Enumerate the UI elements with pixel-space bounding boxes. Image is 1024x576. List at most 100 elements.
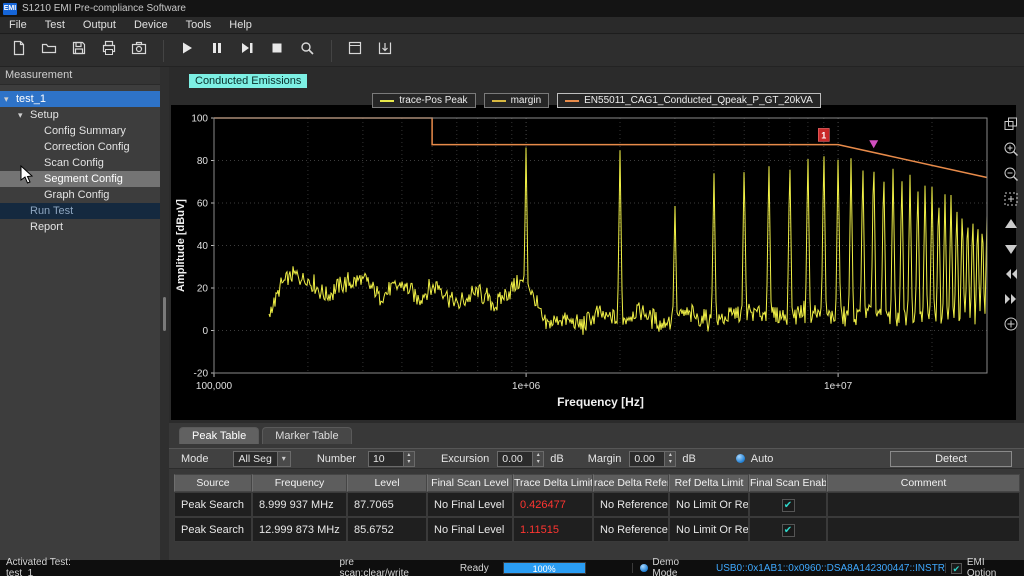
menu-tools[interactable]: Tools [177, 19, 221, 31]
cell-trace-delta-reference: No Reference [593, 517, 669, 542]
splitter-handle-icon[interactable] [163, 297, 166, 331]
excursion-value: 0.00 [498, 452, 532, 466]
copy-button[interactable] [1001, 117, 1021, 135]
svg-text:1e+07: 1e+07 [824, 381, 853, 392]
progress-label: 100% [504, 563, 585, 573]
pause-button[interactable] [203, 38, 230, 64]
column-header[interactable]: Frequency [252, 474, 347, 492]
tree-item-graph-config[interactable]: Graph Config [0, 187, 160, 203]
mode-dropdown[interactable]: All Seg ▾ [233, 451, 291, 467]
save-button[interactable] [65, 38, 92, 64]
detect-button[interactable]: Detect [890, 451, 1012, 467]
tab-marker-table[interactable]: Marker Table [262, 427, 351, 444]
column-header[interactable]: Final Scan Level [427, 474, 513, 492]
menu-output[interactable]: Output [74, 19, 125, 31]
spin-up-icon[interactable]: ▴ [665, 452, 675, 459]
spin-down-icon[interactable]: ▾ [533, 459, 543, 466]
final-scan-enable-checkbox[interactable]: ✔ [782, 524, 795, 537]
emi-option-checkbox[interactable]: ✔ [951, 563, 962, 574]
menu-file[interactable]: File [0, 19, 36, 31]
zoom-region-button[interactable] [1001, 192, 1021, 210]
column-header[interactable]: Final Scan Enable [749, 474, 827, 492]
autoscale-button[interactable] [1001, 317, 1021, 335]
tree-item-correction-config[interactable]: Correction Config [0, 139, 160, 155]
tree-item-label: Config Summary [44, 125, 126, 137]
zoom-in-button[interactable] [1001, 142, 1021, 160]
number-input[interactable]: 10 ▴▾ [368, 451, 415, 467]
column-header[interactable]: race Delta Referen [593, 474, 669, 492]
import-button[interactable] [371, 38, 398, 64]
excursion-input[interactable]: 0.00 ▴▾ [497, 451, 544, 467]
emissions-chart[interactable]: 100806040200-20100,0001e+061e+071Frequen… [171, 105, 1016, 420]
tree-item-report[interactable]: Report [0, 219, 160, 235]
zoom-out-icon [1002, 165, 1020, 188]
measurement-tree: ▾test_1▾SetupConfig SummaryCorrection Co… [0, 85, 160, 235]
spin-down-icon[interactable]: ▾ [404, 459, 414, 466]
tree-item-label: Scan Config [44, 157, 104, 169]
scroll-up-icon [1002, 215, 1020, 238]
scroll-up-button[interactable] [1001, 217, 1021, 235]
margin-spinner[interactable]: ▴▾ [664, 452, 675, 466]
menu-device[interactable]: Device [125, 19, 177, 31]
screenshot-button[interactable] [125, 38, 152, 64]
spin-up-icon[interactable]: ▴ [533, 452, 543, 459]
progress-bar: 100% [503, 562, 586, 574]
column-header[interactable]: Ref Delta Limit [669, 474, 749, 492]
tree-item-config-summary[interactable]: Config Summary [0, 123, 160, 139]
spin-down-icon[interactable]: ▾ [665, 459, 675, 466]
print-button[interactable] [95, 38, 122, 64]
pause-icon [209, 40, 225, 61]
tree-item-label: Setup [30, 109, 59, 121]
number-value: 10 [369, 452, 403, 466]
window-layout-button[interactable] [341, 38, 368, 64]
new-file-icon [11, 40, 27, 61]
tree-collapse-icon[interactable]: ▾ [18, 107, 30, 123]
auto-led-icon[interactable] [736, 454, 745, 463]
menu-test[interactable]: Test [36, 19, 74, 31]
panel-splitter[interactable] [160, 67, 169, 560]
tree-item-test-1[interactable]: ▾test_1 [0, 91, 160, 107]
zoom-button[interactable] [293, 38, 320, 64]
zoom-out-button[interactable] [1001, 167, 1021, 185]
continue-button[interactable] [233, 38, 260, 64]
scroll-down-button[interactable] [1001, 242, 1021, 260]
app-window: EMI S1210 EMI Pre-compliance Software Fi… [0, 0, 1024, 576]
tree-collapse-icon[interactable]: ▾ [4, 91, 16, 107]
table-row[interactable]: Peak Search8.999 937 MHz87.7065No Final … [174, 492, 1020, 517]
demo-mode-led-icon [640, 564, 648, 572]
new-file-button[interactable] [5, 38, 32, 64]
svg-text:Frequency [Hz]: Frequency [Hz] [557, 395, 644, 409]
mode-value: All Seg [234, 453, 277, 465]
margin-input[interactable]: 0.00 ▴▾ [629, 451, 676, 467]
tree-item-setup[interactable]: ▾Setup [0, 107, 160, 123]
legend-limit[interactable]: EN55011_CAG1_Conducted_Qpeak_P_GT_20kVA [557, 93, 821, 108]
page-left-button[interactable] [1001, 267, 1021, 285]
column-header[interactable]: Level [347, 474, 427, 492]
tab-peak-table[interactable]: Peak Table [179, 427, 259, 444]
spin-up-icon[interactable]: ▴ [404, 452, 414, 459]
tree-item-run-test[interactable]: Run Test [0, 203, 160, 219]
run-button[interactable] [173, 38, 200, 64]
chevron-down-icon[interactable]: ▾ [277, 452, 290, 466]
cell-level: 87.7065 [347, 492, 427, 517]
open-file-button[interactable] [35, 38, 62, 64]
statusbar: Activated Test: test_1 pre scan:clear/wr… [0, 560, 1024, 576]
number-spinner[interactable]: ▴▾ [403, 452, 414, 466]
legend-margin[interactable]: margin [484, 93, 550, 108]
stop-button[interactable] [263, 38, 290, 64]
window-layout-icon [347, 40, 363, 61]
excursion-spinner[interactable]: ▴▾ [532, 452, 543, 466]
column-header[interactable]: Source [174, 474, 252, 492]
legend-color-swatch [492, 100, 506, 102]
page-right-button[interactable] [1001, 292, 1021, 310]
final-scan-enable-checkbox[interactable]: ✔ [782, 499, 795, 512]
column-header[interactable]: Comment [827, 474, 1020, 492]
table-tabs: Peak Table Marker Table [179, 427, 352, 444]
svg-text:-20: -20 [194, 369, 209, 380]
tree-item-label: Report [30, 221, 63, 233]
scroll-down-icon [1002, 240, 1020, 263]
legend-trace[interactable]: trace-Pos Peak [372, 93, 475, 108]
menu-help[interactable]: Help [220, 19, 261, 31]
column-header[interactable]: Trace Delta Limit [513, 474, 593, 492]
table-row[interactable]: Peak Search12.999 873 MHz85.6752No Final… [174, 517, 1020, 542]
